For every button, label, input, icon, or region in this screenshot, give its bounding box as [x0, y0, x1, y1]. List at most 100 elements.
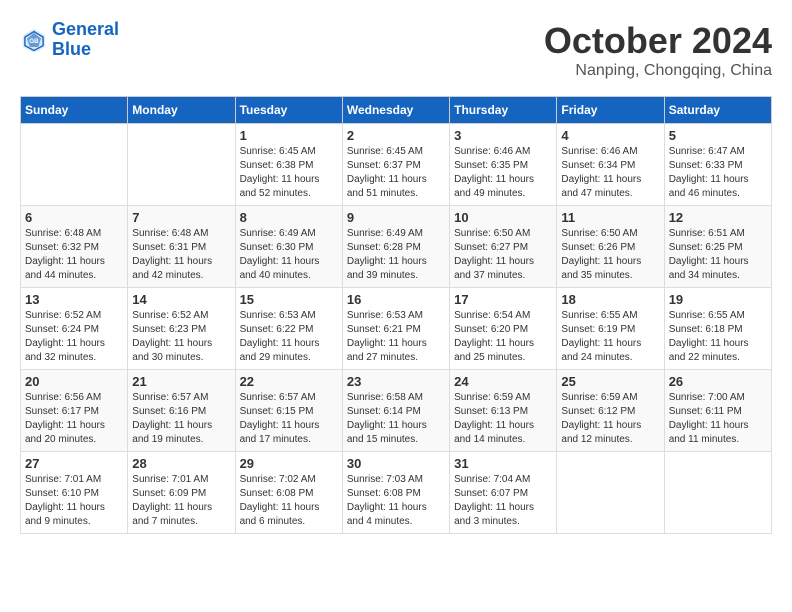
- day-number: 27: [25, 456, 123, 471]
- weekday-header-friday: Friday: [557, 97, 664, 124]
- title-block: October 2024 Nanping, Chongqing, China: [544, 20, 772, 80]
- day-info: Sunrise: 6:59 AM Sunset: 6:12 PM Dayligh…: [561, 391, 659, 447]
- weekday-header-sunday: Sunday: [21, 97, 128, 124]
- day-cell: 16Sunrise: 6:53 AM Sunset: 6:21 PM Dayli…: [342, 288, 449, 370]
- day-cell: 29 Sunrise: 7:02 AM Sunset: 6:08 PM Dayli…: [235, 452, 342, 534]
- day-info: Sunrise: 6:47 AM Sunset: 6:33 PM Dayligh…: [669, 145, 767, 201]
- day-cell: 14Sunrise: 6:52 AM Sunset: 6:23 PM Dayli…: [128, 288, 235, 370]
- day-info: Sunrise: 7:00 AM Sunset: 6:11 PM Dayligh…: [669, 391, 767, 447]
- day-number: 14: [132, 292, 230, 307]
- day-cell: 17 Sunrise: 6:54 AM Sunset: 6:20 PM Dayli…: [450, 288, 557, 370]
- day-number: 25: [561, 374, 659, 389]
- day-info: Sunrise: 6:58 AM Sunset: 6:14 PM Dayligh…: [347, 391, 445, 447]
- day-number: 15: [240, 292, 338, 307]
- day-cell: 28Sunrise: 7:01 AM Sunset: 6:09 PM Dayli…: [128, 452, 235, 534]
- day-cell: 31 Sunrise: 7:04 AM Sunset: 6:07 PM Dayli…: [450, 452, 557, 534]
- day-cell: [128, 124, 235, 206]
- day-cell: 22 Sunrise: 6:57 AM Sunset: 6:15 PM Dayli…: [235, 370, 342, 452]
- day-number: 7: [132, 210, 230, 225]
- day-number: 8: [240, 210, 338, 225]
- day-number: 29: [240, 456, 338, 471]
- weekday-header-tuesday: Tuesday: [235, 97, 342, 124]
- day-info: Sunrise: 6:45 AM Sunset: 6:38 PM Dayligh…: [240, 145, 338, 201]
- week-row-3: 13 Sunrise: 6:52 AM Sunset: 6:24 PM Dayli…: [21, 288, 772, 370]
- day-number: 30: [347, 456, 445, 471]
- day-cell: 3 Sunrise: 6:46 AM Sunset: 6:35 PM Daylig…: [450, 124, 557, 206]
- weekday-header-thursday: Thursday: [450, 97, 557, 124]
- day-cell: [664, 452, 771, 534]
- day-cell: 13 Sunrise: 6:52 AM Sunset: 6:24 PM Dayli…: [21, 288, 128, 370]
- day-info: Sunrise: 6:56 AM Sunset: 6:17 PM Dayligh…: [25, 391, 123, 447]
- logo-icon: GB: [20, 26, 48, 54]
- day-number: 24: [454, 374, 552, 389]
- logo-text-blue: Blue: [52, 40, 119, 60]
- day-info: Sunrise: 6:57 AM Sunset: 6:15 PM Dayligh…: [240, 391, 338, 447]
- day-cell: 2 Sunrise: 6:45 AM Sunset: 6:37 PM Daylig…: [342, 124, 449, 206]
- weekday-header-row: SundayMondayTuesdayWednesdayThursdayFrid…: [21, 97, 772, 124]
- day-cell: 25 Sunrise: 6:59 AM Sunset: 6:12 PM Dayli…: [557, 370, 664, 452]
- day-cell: 11Sunrise: 6:50 AM Sunset: 6:26 PM Dayli…: [557, 206, 664, 288]
- day-cell: 15Sunrise: 6:53 AM Sunset: 6:22 PM Dayli…: [235, 288, 342, 370]
- day-number: 26: [669, 374, 767, 389]
- day-info: Sunrise: 6:46 AM Sunset: 6:35 PM Dayligh…: [454, 145, 552, 201]
- day-info: Sunrise: 7:01 AM Sunset: 6:09 PM Dayligh…: [132, 473, 230, 529]
- day-cell: [557, 452, 664, 534]
- day-info: Sunrise: 7:01 AM Sunset: 6:10 PM Dayligh…: [25, 473, 123, 529]
- day-cell: 1Sunrise: 6:45 AM Sunset: 6:38 PM Daylig…: [235, 124, 342, 206]
- day-info: Sunrise: 6:45 AM Sunset: 6:37 PM Dayligh…: [347, 145, 445, 201]
- day-cell: 30 Sunrise: 7:03 AM Sunset: 6:08 PM Dayli…: [342, 452, 449, 534]
- day-cell: 8 Sunrise: 6:49 AM Sunset: 6:30 PM Daylig…: [235, 206, 342, 288]
- day-number: 13: [25, 292, 123, 307]
- day-cell: 20 Sunrise: 6:56 AM Sunset: 6:17 PM Dayli…: [21, 370, 128, 452]
- day-info: Sunrise: 7:02 AM Sunset: 6:08 PM Dayligh…: [240, 473, 338, 529]
- location: Nanping, Chongqing, China: [544, 62, 772, 80]
- month-title: October 2024: [544, 20, 772, 62]
- page-header: GB General Blue October 2024 Nanping, Ch…: [20, 20, 772, 80]
- day-cell: 27 Sunrise: 7:01 AM Sunset: 6:10 PM Dayli…: [21, 452, 128, 534]
- day-number: 22: [240, 374, 338, 389]
- day-cell: 6 Sunrise: 6:48 AM Sunset: 6:32 PM Daylig…: [21, 206, 128, 288]
- day-info: Sunrise: 6:51 AM Sunset: 6:25 PM Dayligh…: [669, 227, 767, 283]
- day-info: Sunrise: 6:50 AM Sunset: 6:26 PM Dayligh…: [561, 227, 659, 283]
- day-cell: 26 Sunrise: 7:00 AM Sunset: 6:11 PM Dayli…: [664, 370, 771, 452]
- day-cell: 23 Sunrise: 6:58 AM Sunset: 6:14 PM Dayli…: [342, 370, 449, 452]
- day-info: Sunrise: 6:49 AM Sunset: 6:30 PM Dayligh…: [240, 227, 338, 283]
- svg-text:GB: GB: [29, 38, 39, 45]
- day-info: Sunrise: 7:04 AM Sunset: 6:07 PM Dayligh…: [454, 473, 552, 529]
- day-info: Sunrise: 7:03 AM Sunset: 6:08 PM Dayligh…: [347, 473, 445, 529]
- day-info: Sunrise: 6:55 AM Sunset: 6:18 PM Dayligh…: [669, 309, 767, 365]
- day-cell: 24 Sunrise: 6:59 AM Sunset: 6:13 PM Dayli…: [450, 370, 557, 452]
- calendar-table: SundayMondayTuesdayWednesdayThursdayFrid…: [20, 96, 772, 534]
- day-cell: 18Sunrise: 6:55 AM Sunset: 6:19 PM Dayli…: [557, 288, 664, 370]
- day-number: 9: [347, 210, 445, 225]
- day-info: Sunrise: 6:49 AM Sunset: 6:28 PM Dayligh…: [347, 227, 445, 283]
- day-info: Sunrise: 6:57 AM Sunset: 6:16 PM Dayligh…: [132, 391, 230, 447]
- day-number: 2: [347, 128, 445, 143]
- day-info: Sunrise: 6:52 AM Sunset: 6:24 PM Dayligh…: [25, 309, 123, 365]
- day-number: 6: [25, 210, 123, 225]
- week-row-5: 27 Sunrise: 7:01 AM Sunset: 6:10 PM Dayli…: [21, 452, 772, 534]
- logo: GB General Blue: [20, 20, 119, 60]
- day-number: 20: [25, 374, 123, 389]
- day-cell: 5 Sunrise: 6:47 AM Sunset: 6:33 PM Daylig…: [664, 124, 771, 206]
- day-cell: 19 Sunrise: 6:55 AM Sunset: 6:18 PM Dayli…: [664, 288, 771, 370]
- day-number: 5: [669, 128, 767, 143]
- day-info: Sunrise: 6:48 AM Sunset: 6:32 PM Dayligh…: [25, 227, 123, 283]
- week-row-4: 20 Sunrise: 6:56 AM Sunset: 6:17 PM Dayli…: [21, 370, 772, 452]
- logo-text-general: General: [52, 20, 119, 40]
- day-number: 23: [347, 374, 445, 389]
- weekday-header-saturday: Saturday: [664, 97, 771, 124]
- day-number: 4: [561, 128, 659, 143]
- day-number: 31: [454, 456, 552, 471]
- day-info: Sunrise: 6:46 AM Sunset: 6:34 PM Dayligh…: [561, 145, 659, 201]
- week-row-2: 6 Sunrise: 6:48 AM Sunset: 6:32 PM Daylig…: [21, 206, 772, 288]
- day-number: 3: [454, 128, 552, 143]
- day-info: Sunrise: 6:54 AM Sunset: 6:20 PM Dayligh…: [454, 309, 552, 365]
- day-info: Sunrise: 6:48 AM Sunset: 6:31 PM Dayligh…: [132, 227, 230, 283]
- day-number: 19: [669, 292, 767, 307]
- day-cell: 7 Sunrise: 6:48 AM Sunset: 6:31 PM Daylig…: [128, 206, 235, 288]
- day-number: 17: [454, 292, 552, 307]
- day-info: Sunrise: 6:53 AM Sunset: 6:21 PM Dayligh…: [347, 309, 445, 365]
- day-info: Sunrise: 6:59 AM Sunset: 6:13 PM Dayligh…: [454, 391, 552, 447]
- day-number: 10: [454, 210, 552, 225]
